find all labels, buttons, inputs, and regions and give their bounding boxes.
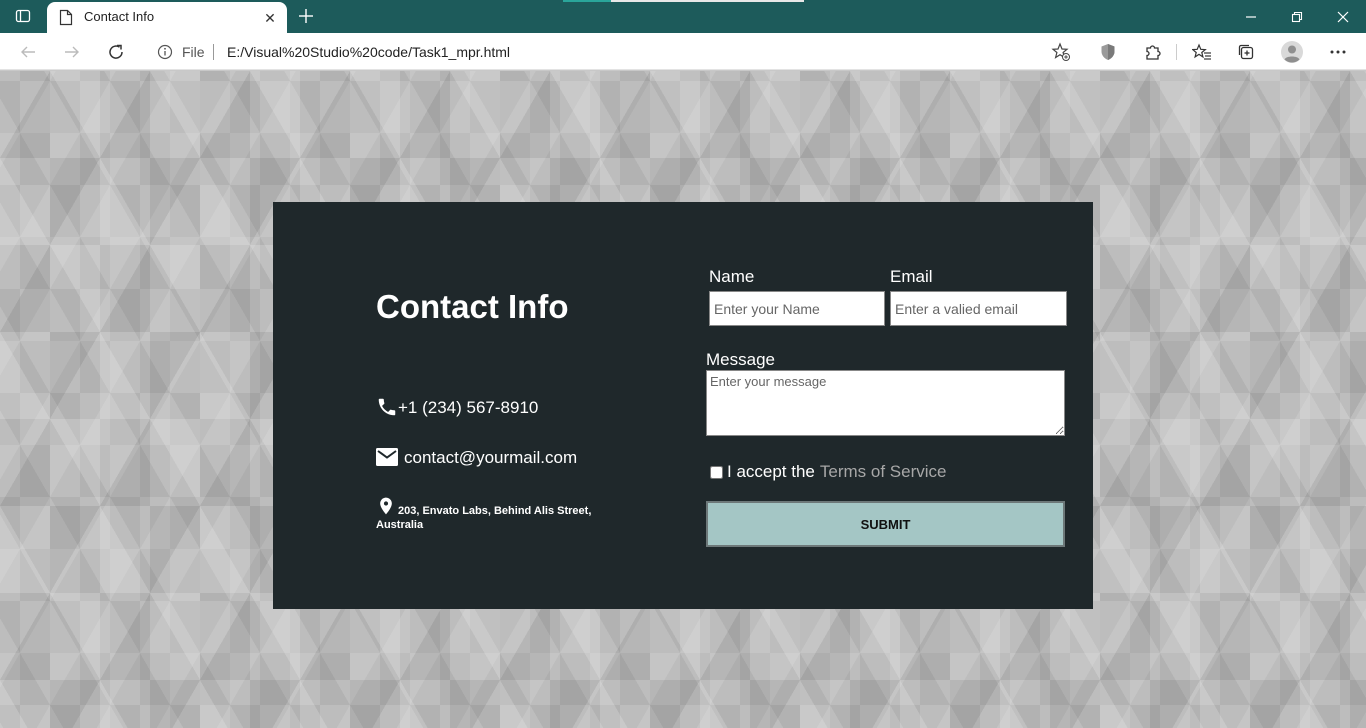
toolbar-divider [1176, 44, 1177, 60]
refresh-icon [109, 44, 123, 59]
plus-icon [299, 9, 313, 23]
new-tab-button[interactable] [294, 4, 318, 28]
phone-number: +1 (234) 567-8910 [398, 398, 539, 417]
add-favorite-icon[interactable] [1051, 42, 1071, 62]
minimize-icon [1246, 15, 1256, 18]
message-textarea[interactable] [706, 370, 1065, 436]
refresh-button[interactable] [102, 38, 130, 66]
phone-icon [376, 396, 398, 418]
url-input[interactable] [227, 41, 1007, 63]
terms-of-service-link[interactable]: Terms of Service [820, 462, 947, 482]
email-input[interactable] [890, 291, 1067, 326]
contact-card: Contact Info +1 (234) 567-8910 contact@y… [273, 202, 1093, 609]
collections-icon [1238, 44, 1254, 60]
mail-icon [376, 448, 398, 466]
tab-title: Contact Info [84, 9, 155, 24]
close-window-button[interactable] [1320, 0, 1366, 33]
tab-actions-icon [15, 9, 31, 23]
message-label: Message [706, 350, 775, 369]
terms-row: I accept the Terms of Service [710, 462, 946, 482]
shield-icon [1101, 44, 1115, 60]
name-input[interactable] [709, 291, 885, 326]
profile-button[interactable] [1278, 38, 1306, 66]
scheme-label: File [182, 44, 205, 60]
restore-icon [1291, 11, 1303, 22]
forward-arrow-icon [65, 46, 79, 58]
tab-close-icon[interactable]: ✕ [261, 9, 279, 27]
location-pin-icon [376, 496, 396, 519]
submit-button[interactable]: SUBMIT [706, 501, 1065, 547]
tab-strip-accent [563, 0, 611, 2]
phone-row: +1 (234) 567-8910 [376, 396, 538, 418]
name-label: Name [709, 267, 755, 286]
extensions-button[interactable] [1139, 38, 1167, 66]
address-bar[interactable]: File [145, 36, 1085, 67]
contact-title: Contact Info [376, 288, 569, 325]
more-options-icon [1330, 50, 1346, 54]
address-text: 203, Envato Labs, Behind Alis Street, Au… [376, 505, 592, 531]
browser-tab-bar: Contact Info ✕ [0, 0, 1366, 33]
terms-prefix: I accept the [727, 462, 815, 481]
avatar-icon [1281, 41, 1303, 63]
collections-button[interactable] [1232, 38, 1260, 66]
close-icon [1337, 11, 1349, 22]
email-address: contact@yourmail.com [404, 448, 578, 467]
tracking-prevention-button[interactable] [1094, 38, 1122, 66]
tab-actions-button[interactable] [10, 5, 36, 27]
address-separator [213, 44, 214, 60]
page-icon [59, 9, 73, 26]
browser-tab-active[interactable]: Contact Info ✕ [47, 2, 287, 33]
address-row: 203, Envato Labs, Behind Alis Street, Au… [376, 496, 606, 531]
tab-strip-highlight [611, 0, 804, 2]
favorites-list-icon [1192, 43, 1211, 60]
email-label: Email [890, 267, 933, 286]
minimize-button[interactable] [1228, 0, 1274, 33]
browser-toolbar: File [0, 33, 1366, 70]
favorites-button[interactable] [1188, 38, 1216, 66]
back-arrow-icon [21, 46, 35, 58]
back-button[interactable] [14, 38, 42, 66]
settings-menu-button[interactable] [1324, 38, 1352, 66]
forward-button[interactable] [58, 38, 86, 66]
page-background: Contact Info +1 (234) 567-8910 contact@y… [0, 71, 1366, 728]
info-icon[interactable] [157, 44, 173, 60]
puzzle-icon [1146, 45, 1161, 60]
terms-checkbox[interactable] [710, 465, 723, 479]
email-row: contact@yourmail.com [376, 448, 577, 468]
restore-button[interactable] [1274, 0, 1320, 33]
